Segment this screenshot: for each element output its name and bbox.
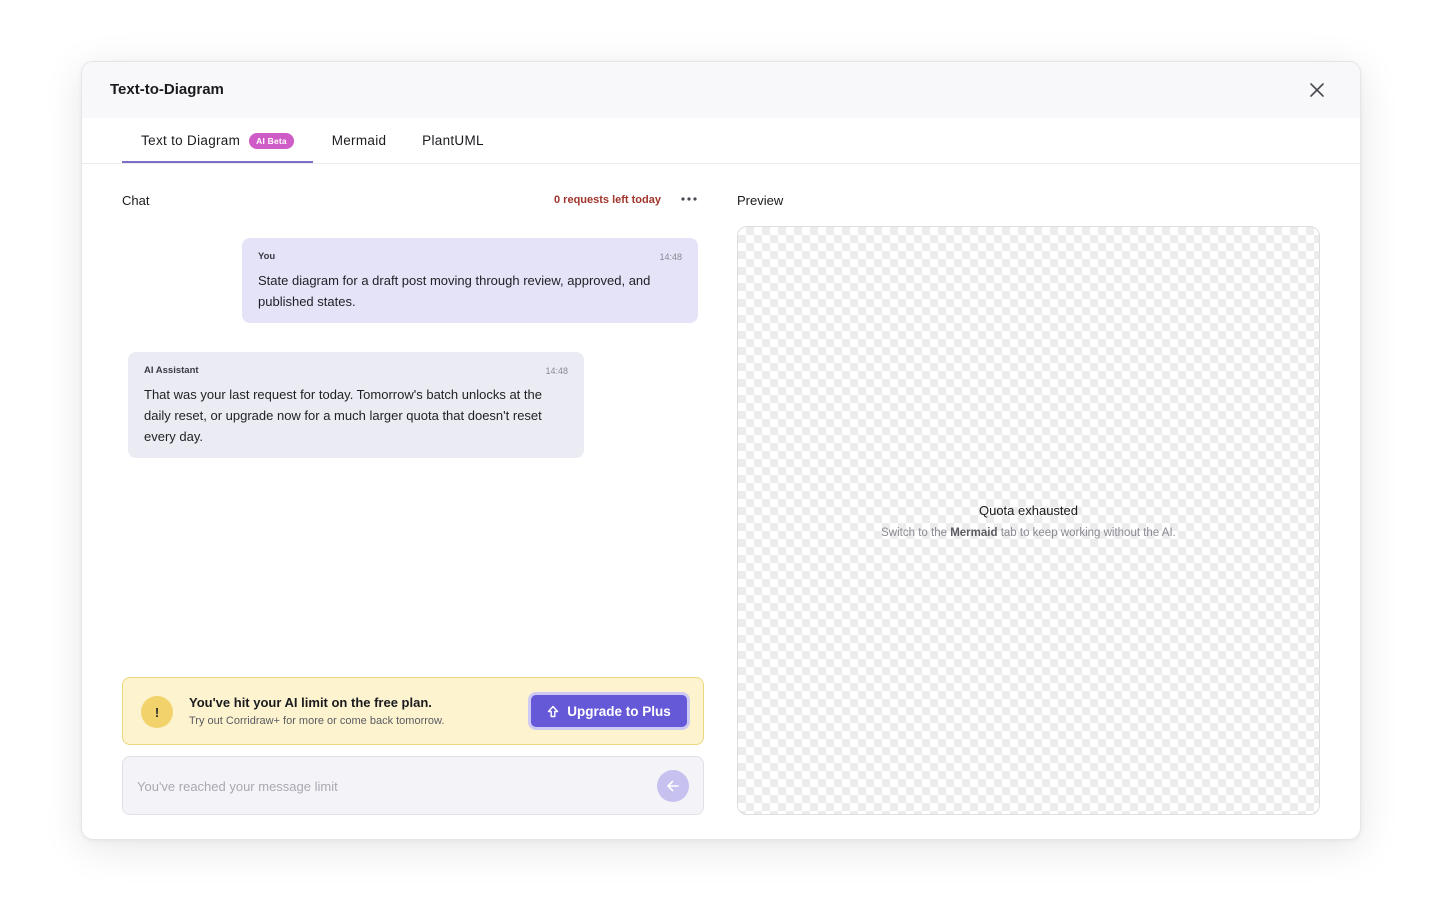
message-author: AI Assistant: [144, 365, 199, 376]
limit-title: You've hit your AI limit on the free pla…: [189, 695, 432, 710]
tab-mermaid[interactable]: Mermaid: [322, 118, 396, 163]
tab-bar: Text to Diagram AI Beta Mermaid PlantUML: [82, 118, 1360, 164]
arrow-left-icon: [667, 780, 679, 792]
more-dots-icon: [681, 197, 697, 201]
assistant-message: AI Assistant 14:48 That was your last re…: [128, 352, 584, 458]
message-text: State diagram for a draft post moving th…: [258, 273, 651, 309]
tab-text-to-diagram[interactable]: Text to Diagram AI Beta: [122, 118, 313, 163]
upgrade-button-focus-ring: Upgrade to Plus: [528, 692, 690, 730]
message-composer: [122, 756, 704, 815]
message-author: You: [258, 251, 276, 262]
message-input[interactable]: [137, 775, 637, 797]
quota-exhausted-hint: Switch to the Mermaid tab to keep workin…: [738, 527, 1319, 539]
message-text: That was your last request for today. To…: [144, 387, 542, 444]
ai-beta-badge: AI Beta: [249, 132, 294, 149]
tab-plantuml[interactable]: PlantUML: [412, 118, 494, 163]
preview-label: Preview: [737, 193, 784, 208]
close-button[interactable]: [1308, 81, 1326, 99]
limit-subtitle: Try out Corridraw+ for more or come back…: [189, 715, 445, 727]
dialog-title: Text-to-Diagram: [110, 81, 224, 98]
message-time: 14:48: [545, 366, 568, 376]
tab-label: Text to Diagram: [141, 133, 241, 148]
chat-more-button[interactable]: [680, 192, 698, 206]
upgrade-button-label: Upgrade to Plus: [567, 703, 671, 719]
tab-label: PlantUML: [422, 133, 484, 148]
text-to-diagram-dialog: Text-to-Diagram Text to Diagram AI Beta …: [81, 61, 1361, 840]
arrow-up-icon: [548, 705, 559, 717]
close-icon: [1310, 83, 1324, 97]
quota-exhausted-title: Quota exhausted: [978, 503, 1079, 518]
hint-text-after: tab to keep working without the AI.: [1000, 527, 1176, 539]
message-time: 14:48: [659, 252, 682, 262]
hint-mermaid-link: Mermaid: [950, 527, 998, 539]
hint-text-before: Switch to the: [881, 527, 947, 539]
requests-left-counter: 0 requests left today: [554, 194, 661, 206]
chat-label: Chat: [122, 193, 150, 208]
upgrade-to-plus-button[interactable]: Upgrade to Plus: [531, 695, 687, 727]
tab-label: Mermaid: [331, 133, 387, 148]
ai-limit-banner: ! You've hit your AI limit on the free p…: [122, 677, 704, 745]
send-button[interactable]: [657, 770, 689, 802]
exclamation-icon: !: [141, 696, 173, 728]
dialog-header: Text-to-Diagram: [82, 62, 1360, 119]
user-message: You 14:48 State diagram for a draft post…: [242, 238, 698, 323]
preview-canvas: Quota exhausted Switch to the Mermaid ta…: [737, 226, 1320, 815]
